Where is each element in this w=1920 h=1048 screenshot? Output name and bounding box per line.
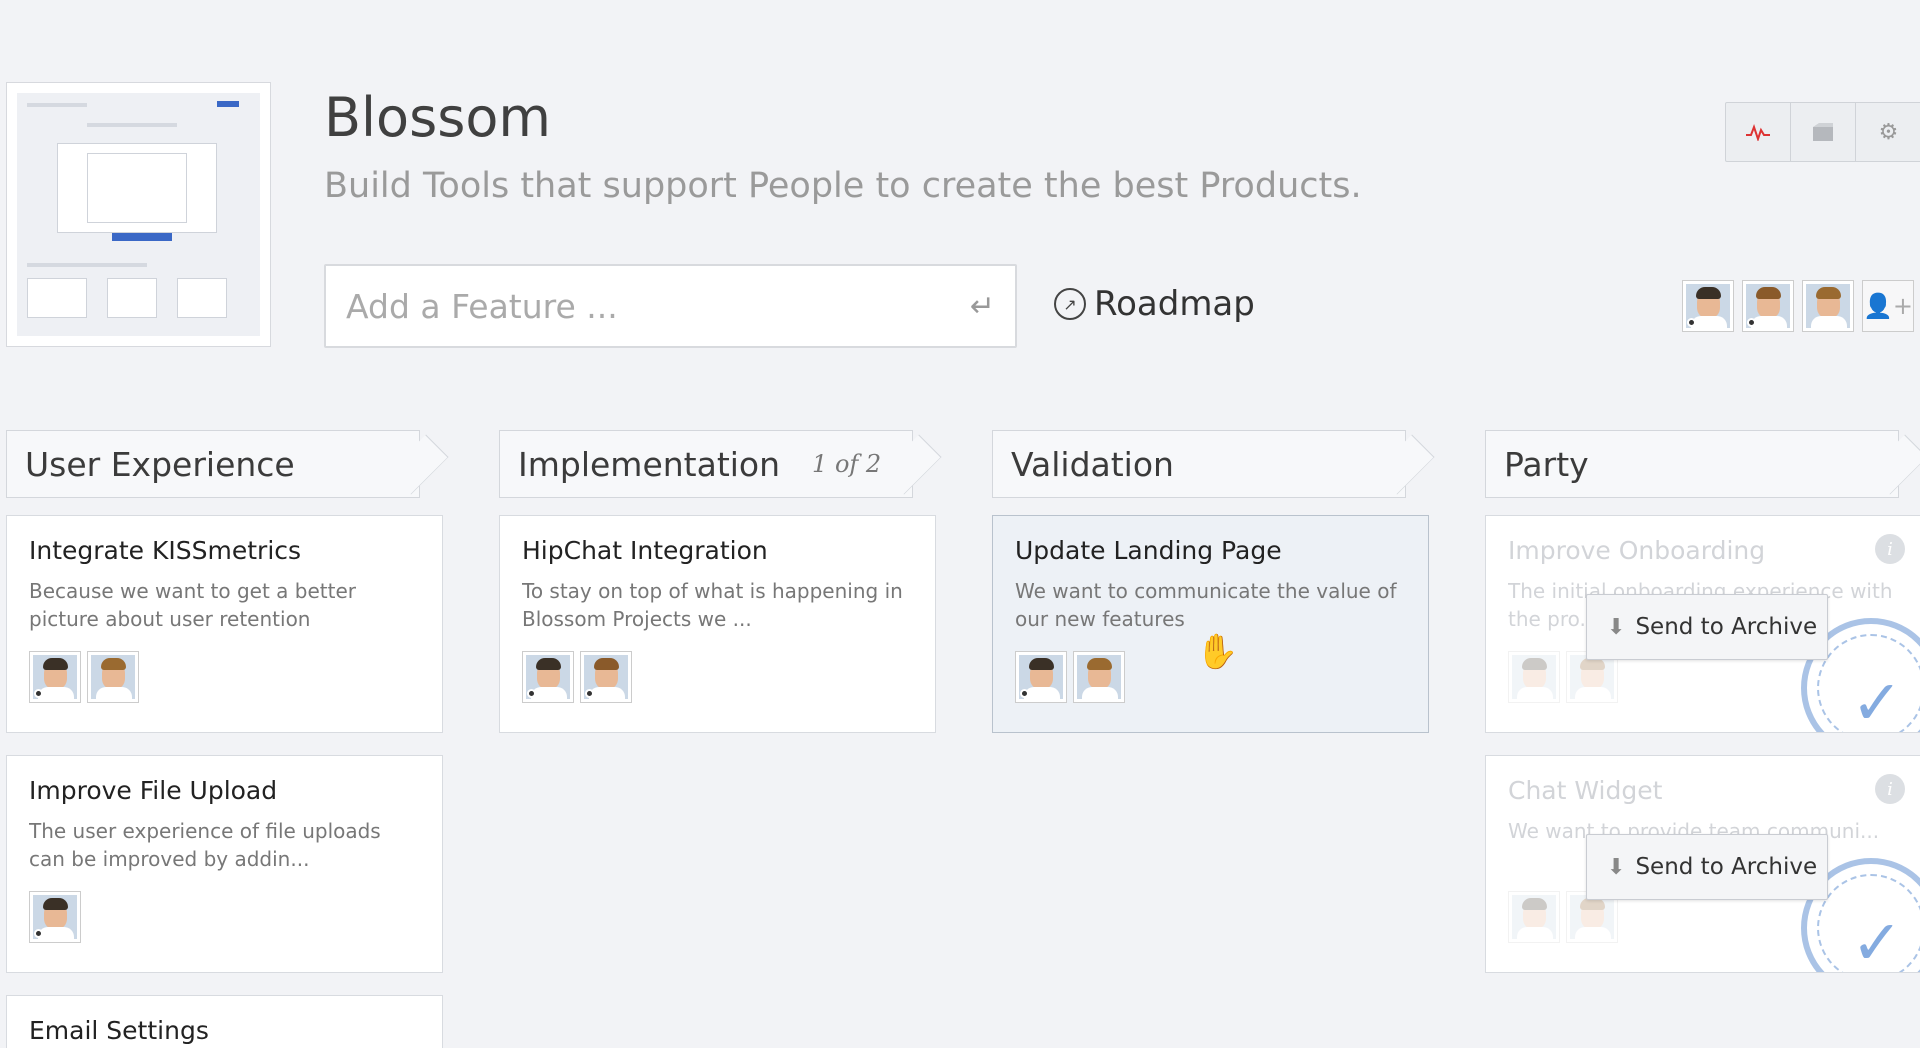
add-feature-field[interactable]: ↵ bbox=[324, 264, 1017, 348]
project-toolbar: ⚙ bbox=[1725, 102, 1920, 162]
feature-card-chat-widget[interactable]: Chat Widget We want to provide team comm… bbox=[1485, 755, 1920, 973]
feature-card-update-landing-page[interactable]: Update Landing Page We want to communica… bbox=[992, 515, 1429, 733]
feature-card-hipchat-integration[interactable]: HipChat Integration To stay on top of wh… bbox=[499, 515, 936, 733]
avatar[interactable] bbox=[1015, 651, 1067, 703]
settings-button[interactable]: ⚙ bbox=[1856, 103, 1920, 161]
send-to-archive-label: Send to Archive bbox=[1635, 614, 1818, 640]
activity-button[interactable] bbox=[1726, 103, 1791, 161]
project-title: Blossom bbox=[324, 86, 551, 149]
avatar[interactable] bbox=[1802, 280, 1854, 332]
info-icon[interactable]: i bbox=[1875, 534, 1905, 564]
avatar[interactable] bbox=[580, 651, 632, 703]
column-title: Party bbox=[1504, 444, 1589, 484]
roadmap-link[interactable]: ↗ Roadmap bbox=[1054, 284, 1255, 324]
column-header-validation[interactable]: Validation bbox=[992, 430, 1406, 498]
avatar[interactable] bbox=[29, 891, 81, 943]
column-header-party[interactable]: Party bbox=[1485, 430, 1899, 498]
column-header-user-experience[interactable]: User Experience bbox=[6, 430, 420, 498]
feature-card-email-settings[interactable]: Email Settings bbox=[6, 995, 443, 1048]
avatar[interactable] bbox=[1682, 280, 1734, 332]
column-title: Implementation bbox=[518, 444, 781, 484]
enter-icon: ↵ bbox=[969, 288, 995, 324]
card-title: Email Settings bbox=[29, 1016, 209, 1045]
avatar bbox=[1508, 891, 1560, 943]
card-title: Chat Widget bbox=[1508, 776, 1663, 805]
card-description: To stay on top of what is happening in B… bbox=[522, 579, 903, 631]
send-to-archive-label: Send to Archive bbox=[1635, 854, 1818, 880]
avatar[interactable] bbox=[1742, 280, 1794, 332]
avatar[interactable] bbox=[87, 651, 139, 703]
compass-icon: ↗ bbox=[1054, 288, 1086, 320]
column-header-implementation[interactable]: Implementation 1 of 2 bbox=[499, 430, 913, 498]
archive-box-icon bbox=[1813, 123, 1833, 141]
add-feature-input[interactable] bbox=[346, 286, 960, 326]
card-description: Because we want to get a better picture … bbox=[29, 579, 357, 631]
add-user-icon: 👤+ bbox=[1863, 292, 1913, 320]
project-thumbnail[interactable] bbox=[6, 82, 271, 347]
info-icon[interactable]: i bbox=[1875, 774, 1905, 804]
avatar[interactable] bbox=[522, 651, 574, 703]
column-page-count: 1 of 2 bbox=[812, 450, 882, 478]
card-title: Improve File Upload bbox=[29, 776, 278, 805]
card-title: Improve Onboarding bbox=[1508, 536, 1766, 565]
card-description: We want to communicate the value of our … bbox=[1015, 579, 1397, 631]
feature-card-integrate-kissmetrics[interactable]: Integrate KISSmetrics Because we want to… bbox=[6, 515, 443, 733]
archive-download-icon: ⬇ bbox=[1607, 614, 1626, 640]
card-description: The user experience of file uploads can … bbox=[29, 819, 381, 871]
project-subtitle: Build Tools that support People to creat… bbox=[324, 166, 1362, 206]
column-title: User Experience bbox=[25, 444, 295, 484]
add-member-button[interactable]: 👤+ bbox=[1862, 280, 1914, 332]
card-title: HipChat Integration bbox=[522, 536, 768, 565]
archive-view-button[interactable] bbox=[1791, 103, 1856, 161]
feature-card-improve-file-upload[interactable]: Improve File Upload The user experience … bbox=[6, 755, 443, 973]
archive-download-icon: ⬇ bbox=[1607, 854, 1626, 880]
avatar[interactable] bbox=[1073, 651, 1125, 703]
avatar[interactable] bbox=[29, 651, 81, 703]
feature-card-improve-onboarding[interactable]: Improve Onboarding The initial onboardin… bbox=[1485, 515, 1920, 733]
project-screenshot bbox=[17, 93, 260, 336]
avatar bbox=[1508, 651, 1560, 703]
send-to-archive-button[interactable]: ⬇ Send to Archive bbox=[1586, 594, 1828, 660]
roadmap-label: Roadmap bbox=[1094, 284, 1255, 324]
column-title: Validation bbox=[1011, 444, 1174, 484]
send-to-archive-button[interactable]: ⬇ Send to Archive bbox=[1586, 834, 1828, 900]
activity-icon bbox=[1746, 124, 1770, 141]
hand-cursor-icon: ✋ bbox=[1196, 632, 1239, 672]
card-title: Integrate KISSmetrics bbox=[29, 536, 302, 565]
card-title: Update Landing Page bbox=[1015, 536, 1282, 565]
gear-icon: ⚙ bbox=[1878, 119, 1899, 145]
project-members: 👤+ bbox=[1682, 280, 1914, 332]
